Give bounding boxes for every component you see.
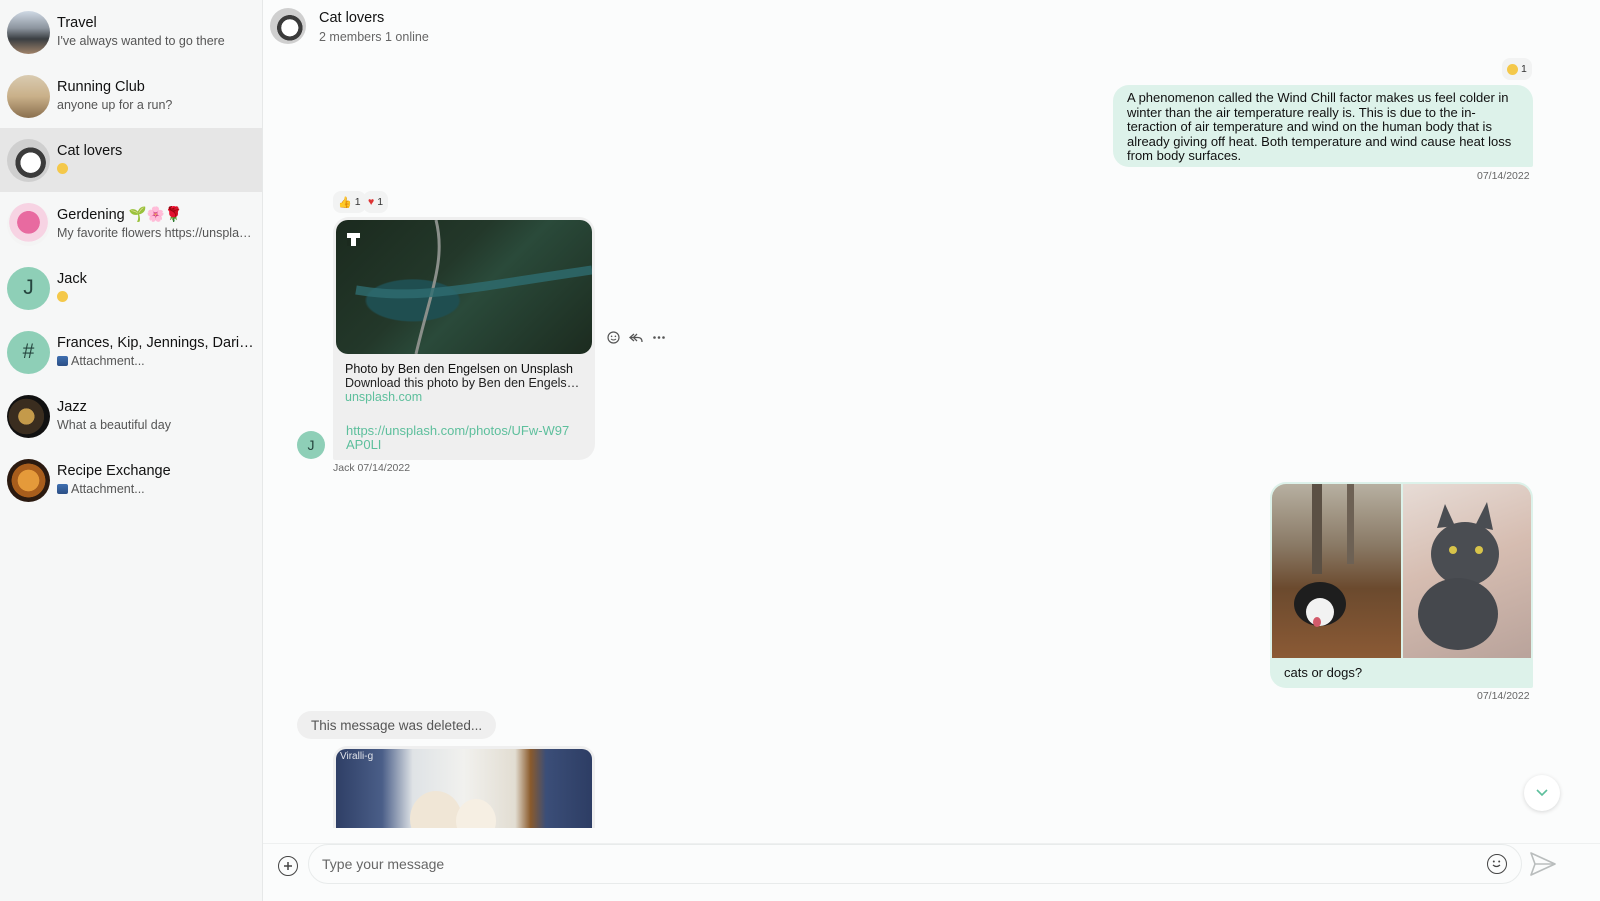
channel-text: Cat lovers bbox=[57, 142, 257, 178]
channel-avatar bbox=[7, 74, 50, 118]
card-source[interactable]: unsplash.com bbox=[345, 390, 585, 404]
cat-emoji-icon bbox=[1507, 63, 1518, 75]
channel-text: Travel I've always wanted to go there bbox=[57, 14, 257, 50]
channel-name: Frances, Kip, Jennings, Darian, Kim bbox=[57, 335, 257, 351]
channel-name: Travel bbox=[57, 15, 97, 31]
channel-text: Jazz What a beautiful day bbox=[57, 398, 257, 434]
message-attachment-card[interactable]: Photo by Ben den Engelsen on Unsplash Do… bbox=[333, 217, 595, 460]
channel-item-travel[interactable]: Travel I've always wanted to go there bbox=[0, 0, 262, 64]
message-input-wrapper bbox=[308, 844, 1522, 884]
card-body: Photo by Ben den Engelsen on Unsplash Do… bbox=[345, 362, 585, 404]
channel-item-group[interactable]: # Frances, Kip, Jennings, Darian, Kim At… bbox=[0, 320, 262, 384]
channel-item-jack[interactable]: J Jack bbox=[0, 256, 262, 320]
channel-item-cat-lovers[interactable]: Cat lovers bbox=[0, 128, 262, 192]
message-bubble-outgoing-images[interactable]: cats or dogs? bbox=[1270, 482, 1533, 688]
more-options-icon[interactable] bbox=[652, 331, 666, 347]
cat-image[interactable] bbox=[1403, 484, 1531, 658]
message-input[interactable] bbox=[309, 845, 1521, 883]
reaction-count: 1 bbox=[377, 196, 384, 208]
sender-avatar[interactable]: J bbox=[297, 431, 325, 459]
reaction-love-badge[interactable]: ♥ 1 bbox=[363, 191, 389, 213]
reaction-like-badge[interactable]: 👍 1 bbox=[333, 191, 366, 213]
channel-preview: What a beautiful day bbox=[57, 418, 171, 432]
message-image-bubble[interactable]: Viralli-g bbox=[333, 746, 595, 828]
message-date: 07/14/2022 bbox=[1477, 690, 1530, 702]
dogs-illustration bbox=[410, 791, 496, 828]
dogs-window-image[interactable]: Viralli-g bbox=[336, 749, 592, 828]
reaction-badge[interactable]: 1 bbox=[1502, 58, 1532, 80]
unsplash-logo-icon bbox=[347, 233, 360, 246]
channel-item-gerdening[interactable]: Gerdening 🌱🌸🌹 My favorite flowers https:… bbox=[0, 192, 262, 256]
channel-text: Running Club anyone up for a run? bbox=[57, 78, 257, 114]
channel-avatar: J bbox=[7, 266, 50, 310]
message-text: cats or dogs? bbox=[1284, 665, 1363, 680]
emoji-picker-icon[interactable] bbox=[1487, 854, 1507, 874]
channel-preview bbox=[57, 161, 257, 178]
channel-text: Jack bbox=[57, 270, 257, 306]
chevron-down-icon bbox=[1536, 789, 1548, 797]
channel-text: Gerdening 🌱🌸🌹 My favorite flowers https:… bbox=[57, 206, 257, 242]
channel-name: Cat lovers bbox=[57, 143, 123, 159]
card-title: Photo by Ben den Engelsen on Unsplash bbox=[345, 362, 573, 376]
send-icon[interactable] bbox=[1530, 852, 1556, 881]
channel-item-jazz[interactable]: Jazz What a beautiful day bbox=[0, 384, 262, 448]
channel-avatar bbox=[7, 138, 50, 182]
channel-header: Cat lovers 2 members 1 online bbox=[263, 0, 1600, 52]
channel-preview: I've always wanted to go there bbox=[57, 34, 225, 48]
message-bubble-outgoing[interactable]: A phenomenon called the Wind Chill facto… bbox=[1113, 85, 1533, 167]
cat-emoji-icon bbox=[57, 163, 68, 174]
image-caption: Viralli-g bbox=[340, 751, 374, 762]
message-date: 07/14/2022 bbox=[1477, 170, 1530, 182]
message-link[interactable]: https://unsplash.com/photos/UFw-W97AP0LI bbox=[346, 424, 576, 452]
dog-image[interactable] bbox=[1272, 484, 1401, 658]
channel-name: Recipe Exchange bbox=[57, 463, 171, 479]
channel-avatar: # bbox=[7, 330, 50, 374]
channel-list: Travel I've always wanted to go there Ru… bbox=[0, 0, 263, 901]
header-title: Cat lovers bbox=[319, 9, 385, 26]
attachment-image[interactable] bbox=[336, 220, 592, 354]
add-reaction-icon[interactable] bbox=[607, 331, 620, 347]
image-attachment-icon bbox=[57, 484, 68, 494]
cat-illustration bbox=[1418, 502, 1499, 650]
dog-illustration bbox=[1294, 484, 1354, 627]
heart-icon: ♥ bbox=[368, 196, 375, 208]
channel-preview: Attachment... bbox=[57, 353, 257, 370]
channel-item-running-club[interactable]: Running Club anyone up for a run? bbox=[0, 64, 262, 128]
channel-name: Gerdening 🌱🌸🌹 bbox=[57, 207, 183, 223]
channel-preview: My favorite flowers https://unsplash.com… bbox=[57, 226, 257, 240]
deleted-message: This message was deleted... bbox=[297, 711, 497, 739]
message-meta: Jack 07/14/2022 bbox=[333, 462, 411, 474]
header-text: Cat lovers 2 members 1 online bbox=[319, 9, 429, 44]
message-composer bbox=[263, 843, 1600, 901]
reply-icon[interactable] bbox=[629, 331, 643, 347]
smile-emoji-icon bbox=[57, 291, 68, 302]
image-attachment-icon bbox=[57, 356, 68, 366]
scroll-to-bottom-button[interactable] bbox=[1524, 775, 1560, 811]
channel-avatar bbox=[7, 458, 50, 502]
message-text: A phenomenon called the Wind Chill facto… bbox=[1127, 90, 1512, 163]
channel-preview: Attachment... bbox=[57, 481, 257, 498]
channel-name: Running Club bbox=[57, 79, 145, 95]
channel-avatar bbox=[7, 202, 50, 246]
reaction-count: 1 bbox=[1521, 63, 1527, 75]
channel-name: Jack bbox=[57, 271, 87, 287]
thumbs-up-icon: 👍 bbox=[338, 196, 352, 209]
channel-text: Recipe Exchange Attachment... bbox=[57, 462, 257, 498]
channel-item-recipe-exchange[interactable]: Recipe Exchange Attachment... bbox=[0, 448, 262, 512]
channel-avatar bbox=[7, 10, 50, 54]
reaction-count: 1 bbox=[354, 196, 361, 208]
channel-preview bbox=[57, 289, 257, 306]
header-subtitle: 2 members 1 online bbox=[319, 29, 429, 44]
attach-plus-icon[interactable] bbox=[278, 856, 298, 876]
header-avatar[interactable] bbox=[270, 8, 306, 44]
river-road-illustration bbox=[355, 220, 592, 354]
channel-text: Frances, Kip, Jennings, Darian, Kim Atta… bbox=[57, 334, 257, 370]
card-description: Download this photo by Ben den Engelsen … bbox=[345, 376, 585, 390]
channel-preview: anyone up for a run? bbox=[57, 98, 173, 112]
channel-name: Jazz bbox=[57, 399, 87, 415]
channel-avatar bbox=[7, 394, 50, 438]
